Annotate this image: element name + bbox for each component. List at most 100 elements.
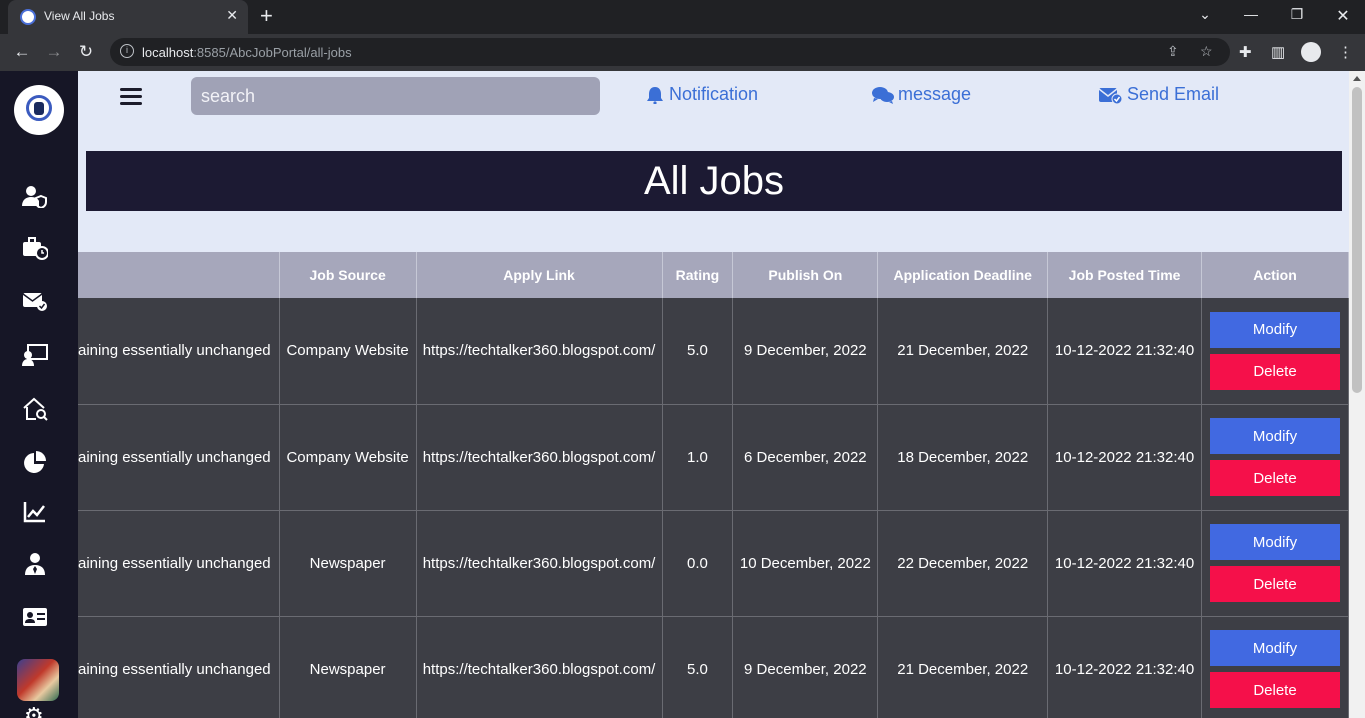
send-email-label: Send Email (1127, 84, 1220, 104)
page-scrollbar[interactable] (1349, 71, 1365, 718)
profile-avatar-icon[interactable] (1301, 42, 1321, 62)
rating-cell: 5.0 (662, 298, 734, 405)
delete-button[interactable]: Delete (1210, 566, 1341, 602)
back-icon[interactable]: ← (10, 42, 34, 62)
publish-on-cell: 9 December, 2022 (732, 298, 879, 405)
modify-button[interactable]: Modify (1210, 418, 1341, 454)
delete-button[interactable]: Delete (1210, 672, 1341, 708)
scrollbar-thumb[interactable] (1352, 87, 1362, 393)
user-shield-icon[interactable] (22, 184, 48, 210)
posted-time-cell: 10-12-2022 21:32:40 (1047, 510, 1203, 617)
id-card-icon[interactable] (22, 605, 48, 629)
action-cell: Modify Delete (1201, 616, 1349, 718)
user-tie-icon[interactable] (22, 552, 48, 576)
deadline-cell: 22 December, 2022 (877, 510, 1049, 617)
scroll-up-icon[interactable] (1353, 76, 1361, 81)
jobs-table-container[interactable]: Job Source Apply Link Rating Publish On … (78, 252, 1349, 718)
column-header (78, 252, 280, 298)
comments-icon (872, 86, 894, 104)
deadline-cell: 21 December, 2022 (877, 616, 1049, 718)
jobs-table: Job Source Apply Link Rating Publish On … (78, 252, 1349, 718)
hamburger-menu-icon[interactable] (120, 88, 142, 106)
site-info-icon[interactable]: i (120, 44, 134, 58)
url-text: localhost:8585/AbcJobPortal/all-jobs (142, 45, 352, 60)
rating-cell: 5.0 (662, 616, 734, 718)
bookmark-star-icon[interactable]: ☆ (1200, 43, 1213, 60)
delete-button[interactable]: Delete (1210, 460, 1341, 496)
modify-button[interactable]: Modify (1210, 311, 1341, 348)
rating-cell: 1.0 (662, 404, 734, 511)
column-header-posted-time: Job Posted Time (1047, 252, 1203, 298)
user-avatar[interactable] (17, 659, 59, 701)
publish-on-cell: 10 December, 2022 (732, 510, 879, 617)
house-search-icon[interactable] (22, 397, 48, 421)
apply-link-cell: https://techtalker360.blogspot.com/ (416, 616, 663, 718)
job-description-cell: aining essentially unchanged (78, 298, 280, 405)
column-header-action: Action (1201, 252, 1349, 298)
tab-search-icon[interactable]: ⌄ (1182, 6, 1228, 23)
new-tab-icon[interactable]: + (260, 4, 273, 28)
browser-menu-icon[interactable]: ⋮ (1338, 43, 1353, 61)
minimize-icon[interactable]: — (1228, 6, 1274, 22)
gear-icon[interactable]: ⚙ (24, 705, 48, 718)
briefcase-clock-icon[interactable] (22, 236, 49, 260)
browser-tab[interactable]: View All Jobs ✕ (8, 0, 248, 34)
envelope-check-icon[interactable] (22, 289, 48, 313)
delete-button[interactable]: Delete (1210, 353, 1341, 390)
table-header-row: Job Source Apply Link Rating Publish On … (78, 252, 1349, 298)
modify-button[interactable]: Modify (1210, 630, 1341, 666)
column-header-job-source: Job Source (279, 252, 417, 298)
job-source-cell: Company Website (279, 298, 417, 405)
deadline-cell: 18 December, 2022 (877, 404, 1049, 511)
job-description-cell: aining essentially unchanged (78, 510, 280, 617)
close-window-icon[interactable]: ✕ (1320, 6, 1365, 26)
job-source-cell: Company Website (279, 404, 417, 511)
posted-time-cell: 10-12-2022 21:32:40 (1047, 298, 1203, 405)
posted-time-cell: 10-12-2022 21:32:40 (1047, 404, 1203, 511)
chalkboard-user-icon[interactable] (22, 343, 48, 367)
action-cell: Modify Delete (1201, 404, 1349, 511)
notification-link[interactable]: Notification (645, 84, 758, 105)
browser-tab-bar: View All Jobs ✕ + ⌄ — ❐ ✕ (0, 0, 1365, 34)
browser-toolbar: ← → ↻ i localhost:8585/AbcJobPortal/all-… (0, 34, 1365, 71)
notification-label: Notification (669, 84, 759, 104)
bell-icon (647, 86, 663, 104)
page-title: All Jobs (86, 151, 1342, 211)
job-description-cell: aining essentially unchanged (78, 404, 280, 511)
sidebar: ⚙ (0, 71, 78, 718)
apply-link-cell: https://techtalker360.blogspot.com/ (416, 510, 663, 617)
table-row: aining essentially unchanged Company Web… (78, 298, 1349, 405)
modify-button[interactable]: Modify (1210, 524, 1341, 560)
action-cell: Modify Delete (1201, 510, 1349, 617)
table-row: aining essentially unchanged Company Web… (78, 404, 1349, 511)
publish-on-cell: 6 December, 2022 (732, 404, 879, 511)
extensions-icon[interactable]: ✚ (1239, 43, 1252, 61)
pie-chart-icon[interactable] (22, 450, 48, 474)
column-header-publish-on: Publish On (732, 252, 879, 298)
forward-icon[interactable]: → (42, 42, 66, 62)
deadline-cell: 21 December, 2022 (877, 298, 1049, 405)
page: ⚙ Notification message Send Email All Jo… (0, 71, 1365, 718)
reload-icon[interactable]: ↻ (74, 42, 98, 62)
close-tab-icon[interactable]: ✕ (226, 7, 238, 24)
portal-logo[interactable] (14, 85, 64, 135)
posted-time-cell: 10-12-2022 21:32:40 (1047, 616, 1203, 718)
line-chart-icon[interactable] (22, 500, 48, 524)
job-source-cell: Newspaper (279, 510, 417, 617)
column-header-rating: Rating (662, 252, 734, 298)
tab-title: View All Jobs (44, 9, 115, 23)
side-panel-icon[interactable]: ▥ (1271, 43, 1285, 61)
rating-cell: 0.0 (662, 510, 734, 617)
share-icon[interactable]: ⇪ (1167, 43, 1179, 60)
message-link[interactable]: message (872, 84, 971, 105)
job-source-cell: Newspaper (279, 616, 417, 718)
search-input[interactable] (191, 77, 600, 115)
send-email-link[interactable]: Send Email (1099, 84, 1219, 105)
apply-link-cell: https://techtalker360.blogspot.com/ (416, 404, 663, 511)
envelope-check-icon (1099, 87, 1123, 104)
action-cell: Modify Delete (1201, 298, 1349, 405)
address-bar[interactable]: i localhost:8585/AbcJobPortal/all-jobs ⇪… (110, 38, 1230, 66)
maximize-icon[interactable]: ❐ (1274, 6, 1320, 23)
apply-link-cell: https://techtalker360.blogspot.com/ (416, 298, 663, 405)
table-row: aining essentially unchanged Newspaper h… (78, 616, 1349, 718)
